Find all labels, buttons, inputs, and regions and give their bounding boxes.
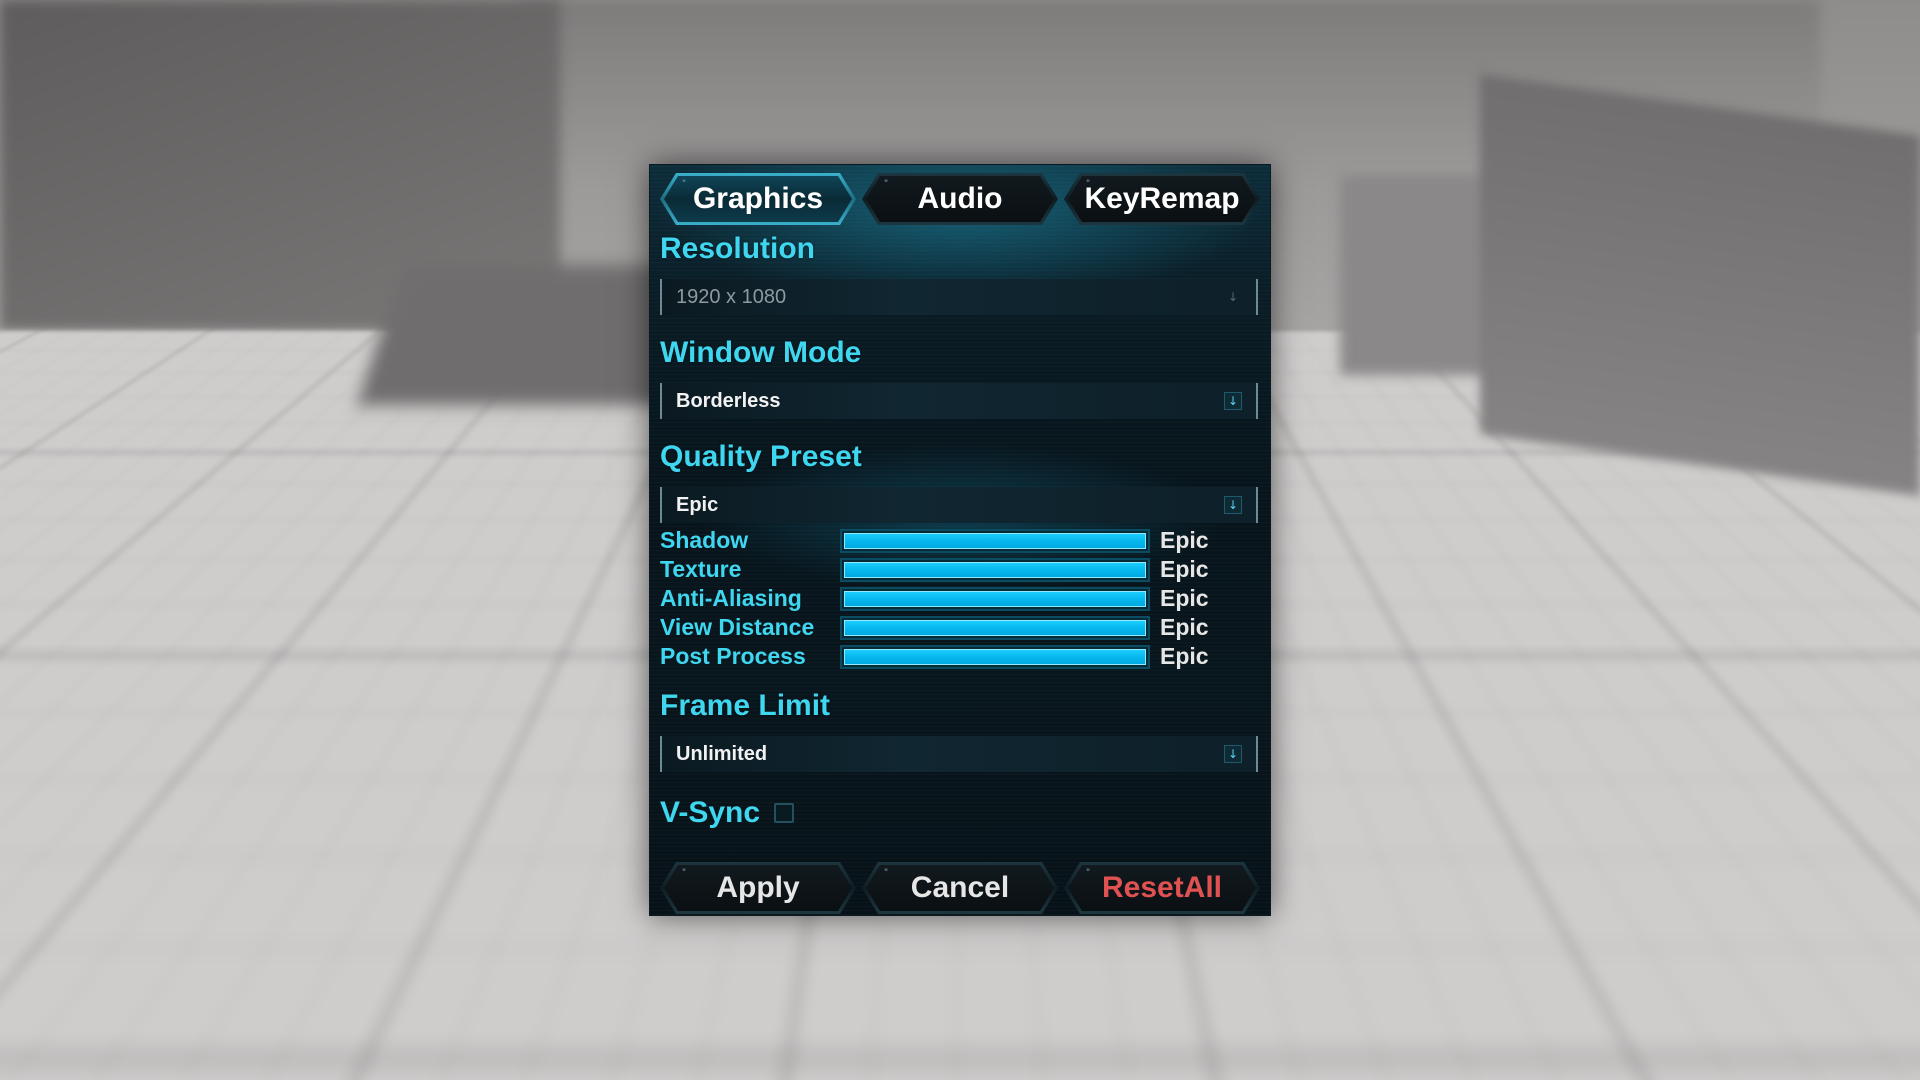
quality-row-post-process: Post Process Epic <box>660 643 1260 672</box>
quality-slider-texture[interactable] <box>840 558 1150 582</box>
resolution-dropdown[interactable]: 1920 x 1080 ↓ <box>660 279 1258 315</box>
settings-panel: " Graphics " Audio " KeyRemap Resolution… <box>650 165 1270 915</box>
reset-all-button[interactable]: " ResetAll <box>1064 862 1260 914</box>
resolution-title: Resolution <box>660 232 815 266</box>
quality-label: Post Process <box>660 643 806 670</box>
slider-fill <box>844 620 1146 636</box>
slider-fill <box>844 591 1146 607</box>
quality-preset-value: Epic <box>676 494 718 517</box>
settings-tabs: " Graphics " Audio " KeyRemap <box>660 173 1260 225</box>
tab-graphics-label: Graphics <box>660 173 856 225</box>
slider-fill <box>844 533 1146 549</box>
cancel-button[interactable]: " Cancel <box>862 862 1058 914</box>
arrow-down-icon: ↓ <box>1224 745 1242 763</box>
vsync-checkbox[interactable] <box>774 803 794 823</box>
arrow-down-icon: ↓ <box>1224 288 1242 306</box>
arrow-down-icon: ↓ <box>1224 392 1242 410</box>
quality-row-view-distance: View Distance Epic <box>660 614 1260 643</box>
slider-fill <box>844 649 1146 665</box>
quality-value: Epic <box>1160 527 1209 554</box>
vsync-row: V-Sync <box>660 795 794 831</box>
quality-label: Shadow <box>660 527 748 554</box>
frame-limit-value: Unlimited <box>676 743 767 766</box>
settings-footer: " Apply " Cancel " ResetAll <box>660 862 1260 914</box>
quality-label: View Distance <box>660 614 814 641</box>
slider-fill <box>844 562 1146 578</box>
window-mode-dropdown[interactable]: Borderless ↓ <box>660 383 1258 419</box>
apply-button-label: Apply <box>660 862 856 914</box>
tab-keyremap[interactable]: " KeyRemap <box>1064 173 1260 225</box>
quality-label: Texture <box>660 556 741 583</box>
tab-graphics[interactable]: " Graphics <box>660 173 856 225</box>
quality-row-texture: Texture Epic <box>660 556 1260 585</box>
reset-all-button-label: ResetAll <box>1064 862 1260 914</box>
quality-slider-anti-aliasing[interactable] <box>840 587 1150 611</box>
quality-preset-dropdown[interactable]: Epic ↓ <box>660 487 1258 523</box>
quality-row-shadow: Shadow Epic <box>660 527 1260 556</box>
quality-value: Epic <box>1160 585 1209 612</box>
quality-slider-shadow[interactable] <box>840 529 1150 553</box>
cancel-button-label: Cancel <box>862 862 1058 914</box>
quality-value: Epic <box>1160 556 1209 583</box>
tab-audio[interactable]: " Audio <box>862 173 1058 225</box>
quality-value: Epic <box>1160 614 1209 641</box>
frame-limit-title: Frame Limit <box>660 689 830 723</box>
quality-row-anti-aliasing: Anti-Aliasing Epic <box>660 585 1260 614</box>
window-mode-value: Borderless <box>676 390 781 413</box>
quality-preset-title: Quality Preset <box>660 440 862 474</box>
tab-keyremap-label: KeyRemap <box>1064 173 1260 225</box>
tab-audio-label: Audio <box>862 173 1058 225</box>
apply-button[interactable]: " Apply <box>660 862 856 914</box>
quality-value: Epic <box>1160 643 1209 670</box>
background-block-right <box>1480 74 1920 496</box>
resolution-value: 1920 x 1080 <box>676 286 786 309</box>
arrow-down-icon: ↓ <box>1224 496 1242 514</box>
window-mode-title: Window Mode <box>660 336 861 370</box>
quality-label: Anti-Aliasing <box>660 585 802 612</box>
quality-slider-view-distance[interactable] <box>840 616 1150 640</box>
vsync-label: V-Sync <box>660 796 760 830</box>
quality-slider-post-process[interactable] <box>840 645 1150 669</box>
frame-limit-dropdown[interactable]: Unlimited ↓ <box>660 736 1258 772</box>
